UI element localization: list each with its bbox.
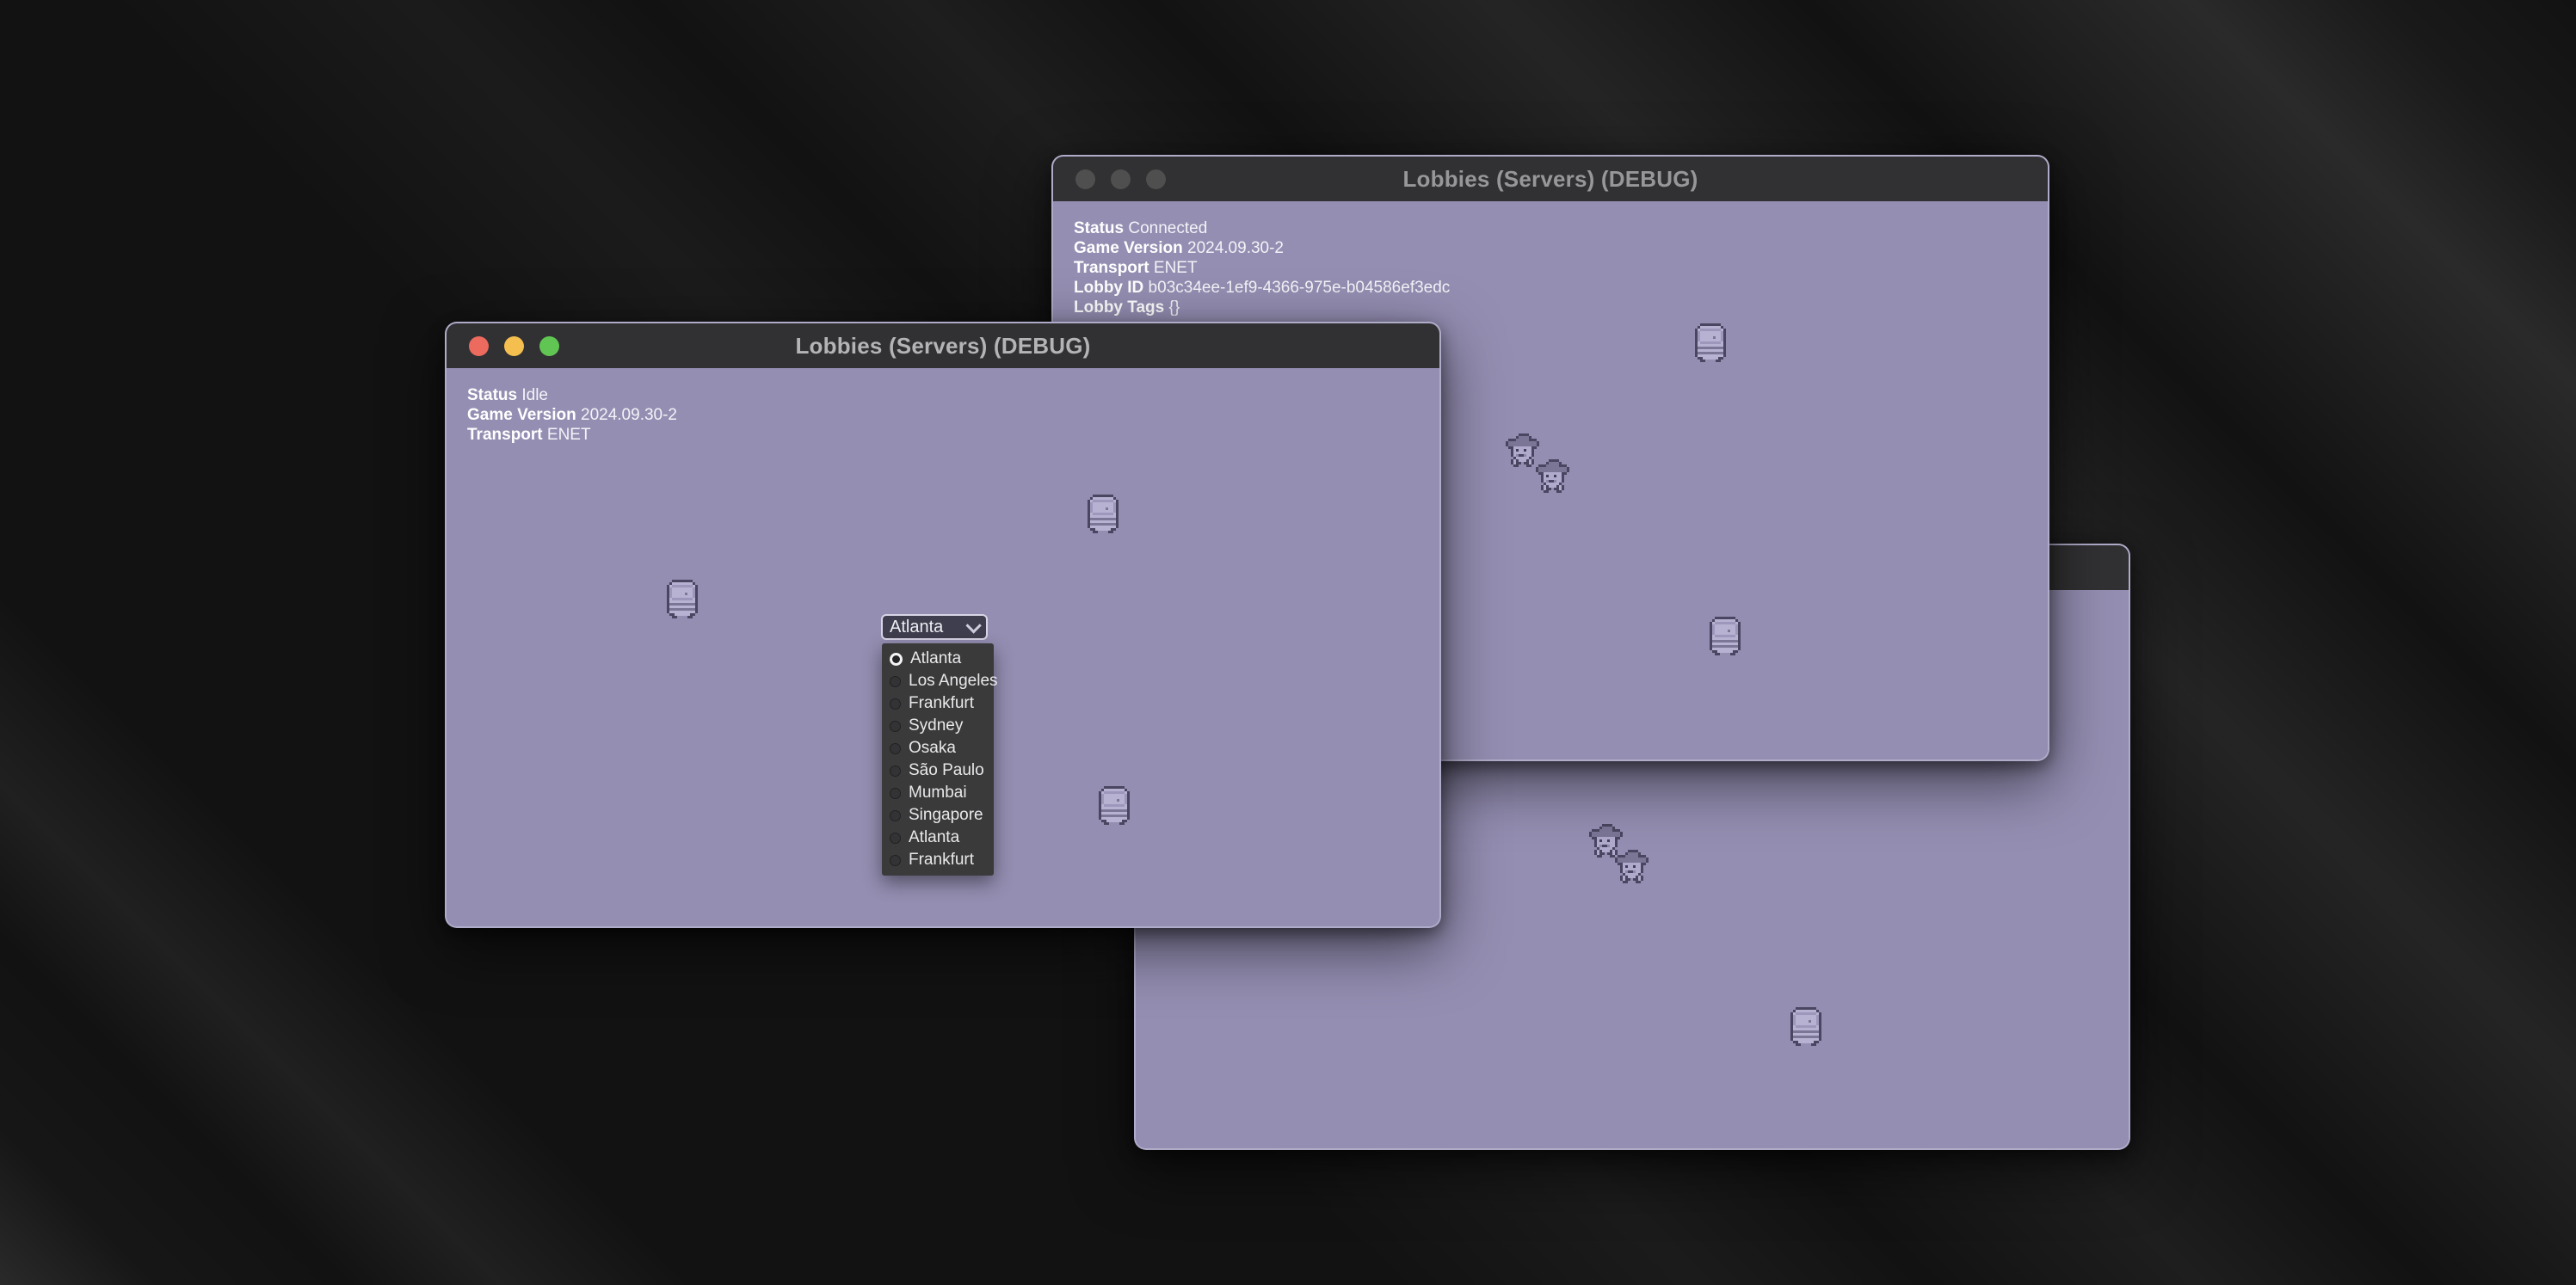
cowboy-sprite bbox=[1615, 850, 1649, 888]
window-title: Lobbies (Servers) (DEBUG) bbox=[1402, 166, 1698, 193]
status-line: Status Connected bbox=[1074, 218, 1450, 238]
chevron-down-icon bbox=[965, 618, 981, 633]
dropdown-option[interactable]: Mumbai bbox=[882, 782, 994, 804]
status-line: Lobby ID b03c34ee-1ef9-4366-975e-b04586e… bbox=[1074, 278, 1450, 298]
status-line: Status Idle bbox=[467, 385, 677, 405]
barrel-sprite bbox=[1790, 1007, 1821, 1050]
barrel-sprite bbox=[667, 580, 698, 623]
window-title: Lobbies (Servers) (DEBUG) bbox=[795, 333, 1090, 360]
radio-icon bbox=[890, 788, 901, 799]
status-line: Lobby Tags {} bbox=[1074, 298, 1450, 317]
traffic-lights bbox=[1075, 157, 1166, 201]
dropdown-option[interactable]: Atlanta bbox=[882, 648, 994, 670]
radio-icon bbox=[890, 698, 901, 710]
window-lobbies-servers-front[interactable]: Lobbies (Servers) (DEBUG) Status IdleGam… bbox=[445, 322, 1441, 928]
minimize-button[interactable] bbox=[1111, 169, 1131, 189]
status-line: Transport ENET bbox=[467, 425, 677, 445]
dropdown-option[interactable]: Los Angeles bbox=[882, 670, 994, 692]
region-select-value: Atlanta bbox=[890, 618, 966, 637]
titlebar[interactable]: Lobbies (Servers) (DEBUG) bbox=[1053, 157, 2048, 203]
zoom-button[interactable] bbox=[539, 336, 559, 356]
lobby-view[interactable]: Status IdleGame Version 2024.09.30-2Tran… bbox=[447, 368, 1439, 926]
region-select[interactable]: Atlanta bbox=[881, 614, 988, 640]
status-line: Game Version 2024.09.30-2 bbox=[467, 405, 677, 425]
titlebar[interactable]: Lobbies (Servers) (DEBUG) bbox=[447, 323, 1439, 370]
dropdown-option[interactable]: Sydney bbox=[882, 715, 994, 737]
minimize-button[interactable] bbox=[504, 336, 524, 356]
barrel-sprite bbox=[1695, 323, 1726, 366]
radio-icon bbox=[890, 765, 901, 777]
cowboy-sprite bbox=[1506, 433, 1539, 471]
cowboy-sprite bbox=[1536, 459, 1569, 497]
status-line: Transport ENET bbox=[1074, 258, 1450, 278]
dropdown-option[interactable]: Atlanta bbox=[882, 827, 994, 849]
status-line: Game Version 2024.09.30-2 bbox=[1074, 238, 1450, 258]
dropdown-option[interactable]: São Paulo bbox=[882, 759, 994, 782]
radio-selected-icon bbox=[890, 653, 903, 666]
barrel-sprite bbox=[1710, 617, 1741, 660]
radio-icon bbox=[890, 833, 901, 844]
status-block: Status IdleGame Version 2024.09.30-2Tran… bbox=[467, 385, 677, 445]
dropdown-option[interactable]: Singapore bbox=[882, 804, 994, 827]
close-button[interactable] bbox=[469, 336, 489, 356]
radio-icon bbox=[890, 721, 901, 732]
dropdown-option[interactable]: Frankfurt bbox=[882, 692, 994, 715]
region-dropdown-menu[interactable]: AtlantaLos AngelesFrankfurtSydneyOsakaSã… bbox=[882, 643, 994, 876]
dropdown-option[interactable]: Osaka bbox=[882, 737, 994, 759]
radio-icon bbox=[890, 676, 901, 687]
radio-icon bbox=[890, 810, 901, 821]
status-block: Status ConnectedGame Version 2024.09.30-… bbox=[1074, 218, 1450, 317]
barrel-sprite bbox=[1088, 495, 1119, 538]
traffic-lights bbox=[469, 323, 559, 368]
close-button[interactable] bbox=[1075, 169, 1095, 189]
radio-icon bbox=[890, 743, 901, 754]
zoom-button[interactable] bbox=[1146, 169, 1166, 189]
barrel-sprite bbox=[1099, 786, 1130, 829]
radio-icon bbox=[890, 855, 901, 866]
dropdown-option[interactable]: Frankfurt bbox=[882, 849, 994, 871]
